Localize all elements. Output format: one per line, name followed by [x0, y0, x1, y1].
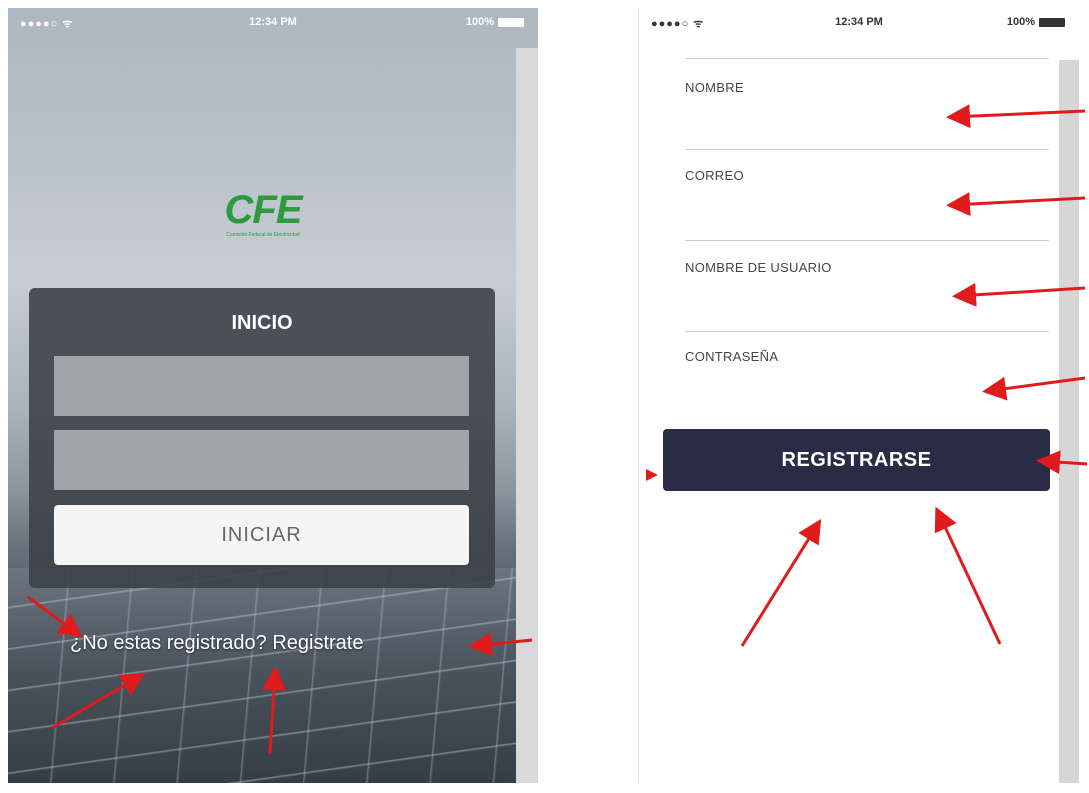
battery-icon [1039, 17, 1065, 27]
password-label: CONTRASEÑA [685, 349, 779, 364]
scrollbar[interactable] [516, 48, 538, 783]
form-divider [685, 331, 1049, 332]
login-title: INICIO [231, 312, 293, 334]
login-screen: ●●●●○ ᯤ 12:34 PM 100% CFE Comisión Feder… [8, 8, 538, 783]
register-button[interactable]: REGISTRARSE [663, 429, 1050, 491]
name-label: NOMBRE [685, 80, 744, 95]
form-divider [685, 240, 1049, 241]
login-card: INICIO INICIAR [29, 288, 495, 588]
register-screen: ●●●●○ ᯤ 12:34 PM 100% NOMBRE CORREO NOMB… [638, 8, 1079, 783]
username-label: NOMBRE DE USUARIO [685, 260, 832, 275]
form-divider [685, 58, 1049, 59]
username-input[interactable] [54, 356, 469, 416]
register-link[interactable]: ¿No estas registrado? Registrate [70, 632, 363, 655]
logo-subtitle: Comisión Federal de Electricidad [226, 232, 300, 238]
battery-percent: 100% [465, 16, 494, 28]
battery-percent: 100% [1006, 16, 1035, 28]
status-bar: ●●●●○ ᯤ 12:34 PM 100% [639, 8, 1079, 40]
username-input[interactable] [685, 284, 1049, 318]
password-input[interactable] [54, 430, 469, 490]
name-input[interactable] [685, 104, 1049, 138]
cfe-logo: CFE Comisión Federal de Electricidad [183, 190, 343, 238]
password-input[interactable] [685, 373, 1049, 407]
status-bar: ●●●●○ ᯤ 12:34 PM 100% [8, 8, 538, 40]
email-label: CORREO [685, 168, 744, 183]
solar-panels-background [8, 568, 538, 783]
status-time: 12:34 PM [249, 16, 297, 28]
form-divider [685, 149, 1049, 150]
login-button[interactable]: INICIAR [54, 505, 469, 565]
scrollbar[interactable] [1059, 60, 1079, 783]
battery-icon [498, 17, 524, 27]
logo-text: CFE [224, 188, 303, 232]
email-input[interactable] [685, 192, 1049, 226]
